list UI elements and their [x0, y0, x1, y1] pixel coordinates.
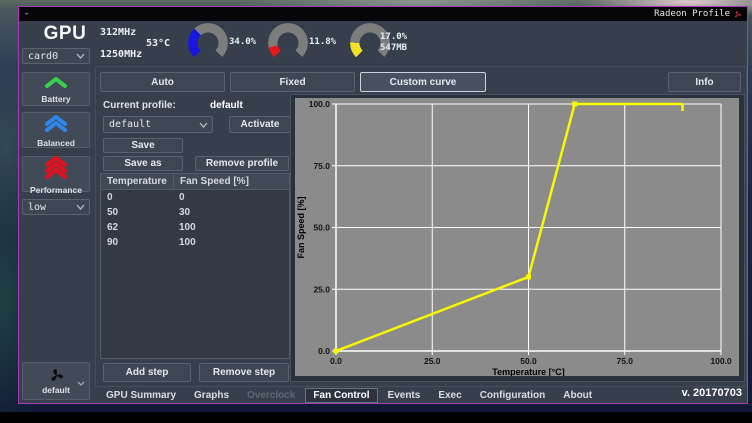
taskbar — [0, 412, 752, 423]
svg-text:Fan Speed [%]: Fan Speed [%] — [296, 196, 306, 258]
tab-exec[interactable]: Exec — [430, 388, 469, 403]
svg-text:75.0: 75.0 — [616, 356, 633, 366]
fixed-mode-button[interactable]: Fixed — [230, 72, 355, 92]
app-icon — [733, 10, 742, 19]
window-title: Radeon Profile — [654, 9, 730, 19]
svg-text:0.0: 0.0 — [318, 346, 330, 356]
svg-text:50.0: 50.0 — [313, 223, 330, 233]
chevron-down-icon — [76, 53, 85, 59]
sidebar-item-performance[interactable]: Performance — [22, 156, 90, 192]
tab-configuration[interactable]: Configuration — [472, 388, 554, 403]
svg-text:50.0: 50.0 — [520, 356, 537, 366]
add-step-button[interactable]: Add step — [103, 363, 191, 382]
svg-text:0.0: 0.0 — [330, 356, 342, 366]
memory-clock: 1250MHz — [100, 49, 142, 60]
tab-fan-control[interactable]: Fan Control — [305, 388, 377, 403]
table-row[interactable]: 62100 — [101, 220, 289, 235]
sidebar-item-battery[interactable]: Battery — [22, 72, 90, 106]
titlebar: - Radeon Profile — [19, 7, 747, 21]
tab-events[interactable]: Events — [380, 388, 429, 403]
svg-text:Temperature [°C]: Temperature [°C] — [492, 367, 564, 376]
svg-text:100.0: 100.0 — [710, 356, 732, 366]
svg-text:25.0: 25.0 — [313, 284, 330, 294]
memory-usage-value: 17.0% 547MB — [380, 32, 407, 54]
tab-bar: GPU SummaryGraphsOverclockFan ControlEve… — [98, 387, 600, 403]
column-header-temperature[interactable]: Temperature — [101, 174, 173, 189]
fan-icon — [48, 367, 65, 384]
info-button[interactable]: Info — [668, 72, 741, 92]
fan-speed-gauge — [268, 23, 308, 63]
svg-text:75.0: 75.0 — [313, 161, 330, 171]
fan-curve-chart: 0.0 25.0 50.0 75.0 100.0 0.0 25.0 50.0 75.0 100.0… — [295, 98, 739, 376]
gpu-activity-gauge — [188, 23, 228, 63]
gpu-activity-value: 34.0% — [229, 37, 256, 48]
minimize-button[interactable]: - — [24, 9, 29, 19]
fan-profile-button[interactable]: default — [22, 362, 90, 400]
remove-profile-button[interactable]: Remove profile — [195, 156, 289, 171]
table-row[interactable]: 90100 — [101, 235, 289, 250]
auto-mode-button[interactable]: Auto — [100, 72, 225, 92]
chevron-up-double-icon — [43, 113, 69, 137]
card-select[interactable]: card0 — [22, 48, 90, 64]
chevron-down-icon — [77, 381, 85, 386]
version-label: v. 20170703 — [682, 387, 742, 399]
table-header: Temperature Fan Speed [%] — [101, 174, 289, 190]
remove-step-button[interactable]: Remove step — [199, 363, 289, 382]
tab-overclock: Overclock — [239, 388, 303, 403]
save-as-button[interactable]: Save as — [103, 156, 183, 171]
fan-steps-table: Temperature Fan Speed [%] 00503062100901… — [100, 173, 290, 359]
power-level-select[interactable]: low — [22, 199, 90, 215]
chevron-down-icon — [76, 204, 85, 210]
column-header-fan-speed[interactable]: Fan Speed [%] — [173, 174, 289, 189]
custom-curve-mode-button[interactable]: Custom curve — [360, 72, 486, 92]
table-row[interactable]: 5030 — [101, 205, 289, 220]
tab-about[interactable]: About — [555, 388, 600, 403]
gpu-heading: GPU — [34, 23, 96, 45]
core-clock: 312MHz — [100, 27, 136, 38]
gpu-temperature: 53°C — [146, 38, 170, 49]
svg-text:100.0: 100.0 — [309, 99, 331, 109]
svg-text:25.0: 25.0 — [424, 356, 441, 366]
fan-curve-panel: 0.0 25.0 50.0 75.0 100.0 0.0 25.0 50.0 75.0 100.0… — [290, 94, 745, 382]
tab-gpu-summary[interactable]: GPU Summary — [98, 388, 184, 403]
table-row[interactable]: 00 — [101, 190, 289, 205]
radeon-profile-window: - Radeon Profile GPU card0 312MHz 53°C 1… — [18, 6, 748, 404]
chevron-down-icon — [199, 122, 208, 128]
fan-speed-value: 11.8% — [309, 37, 336, 48]
tab-graphs[interactable]: Graphs — [186, 388, 237, 403]
current-profile-value: default — [210, 100, 243, 111]
save-button[interactable]: Save — [103, 138, 183, 153]
profile-select[interactable]: default — [103, 116, 213, 133]
sidebar-item-balanced[interactable]: Balanced — [22, 112, 90, 148]
current-profile-label: Current profile: — [103, 100, 176, 111]
chevron-up-single-icon — [43, 75, 69, 93]
chevron-up-triple-icon — [43, 154, 69, 184]
activate-button[interactable]: Activate — [229, 116, 291, 133]
